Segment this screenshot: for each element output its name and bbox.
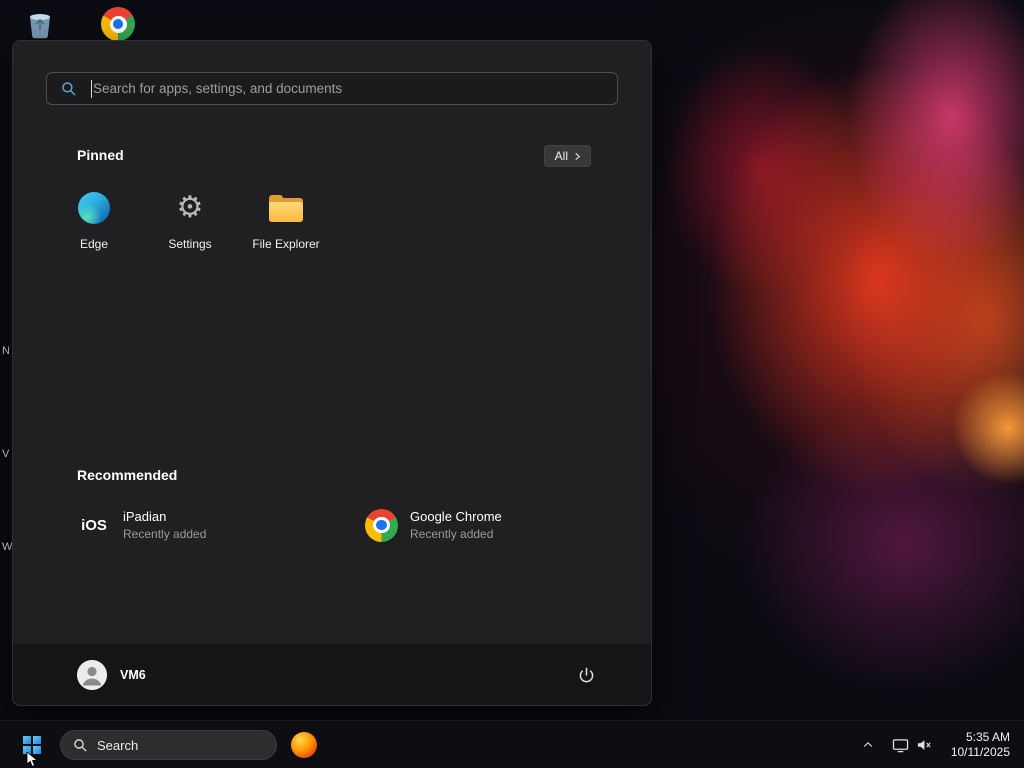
firefox-icon [291, 732, 317, 758]
recommended-item-ipadian[interactable]: iOS iPadian Recently added [77, 503, 349, 547]
edge-icon [78, 192, 110, 224]
desktop-label-fragment: N [2, 345, 10, 357]
mouse-cursor [26, 752, 39, 767]
search-icon [74, 738, 87, 752]
clock-date: 10/11/2025 [950, 745, 1010, 759]
desktop-icon-recycle-bin[interactable] [24, 8, 56, 42]
start-menu: Pinned All Edge ⚙ Settings [12, 40, 652, 706]
recycle-bin-icon [30, 14, 50, 39]
all-button-label: All [554, 149, 568, 163]
start-menu-user-bar: VM6 [13, 643, 651, 705]
taskbar-firefox-button[interactable] [286, 727, 322, 763]
taskbar-search[interactable]: Search [60, 730, 277, 760]
settings-gear-icon: ⚙ [176, 191, 204, 224]
user-avatar-icon [77, 660, 107, 690]
tray-overflow-button[interactable] [853, 729, 883, 761]
pinned-app-label: Settings [168, 237, 212, 251]
user-account-button[interactable]: VM6 [77, 660, 146, 690]
desktop-label-fragment: W [2, 541, 13, 553]
speaker-icon [917, 740, 931, 750]
chrome-icon [101, 7, 135, 41]
recommended-item-detail: Recently added [123, 527, 207, 541]
folder-icon [269, 194, 303, 222]
power-button[interactable] [567, 656, 605, 694]
system-tray: 5:35 AM 10/11/2025 [853, 721, 1024, 768]
taskbar: Search 5:35 AM 10/11/2025 [0, 720, 1024, 768]
pinned-app-settings[interactable]: ⚙ Settings [142, 181, 238, 273]
pinned-all-button[interactable]: All [543, 145, 591, 167]
chrome-icon [365, 508, 398, 542]
pinned-section-title: Pinned [77, 147, 124, 163]
text-caret [91, 80, 92, 98]
recommended-item-name: Google Chrome [410, 509, 502, 524]
pinned-app-grid: Edge ⚙ Settings File Explorer [46, 181, 334, 273]
clock-time: 5:35 AM [965, 730, 1010, 744]
power-icon [579, 667, 593, 682]
taskbar-search-label: Search [97, 737, 139, 753]
desktop-label-fragment: V [2, 448, 10, 460]
pinned-app-label: File Explorer [252, 237, 320, 251]
start-search-box[interactable] [46, 72, 618, 105]
desktop-icon-chrome[interactable] [100, 6, 136, 42]
tray-network-volume-button[interactable] [883, 729, 941, 761]
ios-icon: iOS [81, 516, 107, 534]
pinned-app-file-explorer[interactable]: File Explorer [238, 181, 334, 273]
recommended-item-detail: Recently added [410, 527, 494, 541]
search-icon [62, 82, 76, 96]
recommended-item-google-chrome[interactable]: Google Chrome Recently added [365, 503, 637, 547]
pinned-app-label: Edge [79, 237, 109, 251]
recommended-section-title: Recommended [77, 467, 178, 483]
start-search-input[interactable] [47, 73, 617, 104]
recommended-item-name: iPadian [123, 509, 167, 524]
taskbar-clock[interactable]: 5:35 AM 10/11/2025 [941, 730, 1016, 760]
desktop: N V W Pinned All Edge ⚙ Set [0, 0, 1024, 768]
user-name: VM6 [120, 668, 146, 682]
pinned-app-edge[interactable]: Edge [46, 181, 142, 273]
display-icon [892, 738, 909, 752]
chevron-up-icon [863, 741, 872, 747]
chevron-right-icon [575, 152, 581, 160]
